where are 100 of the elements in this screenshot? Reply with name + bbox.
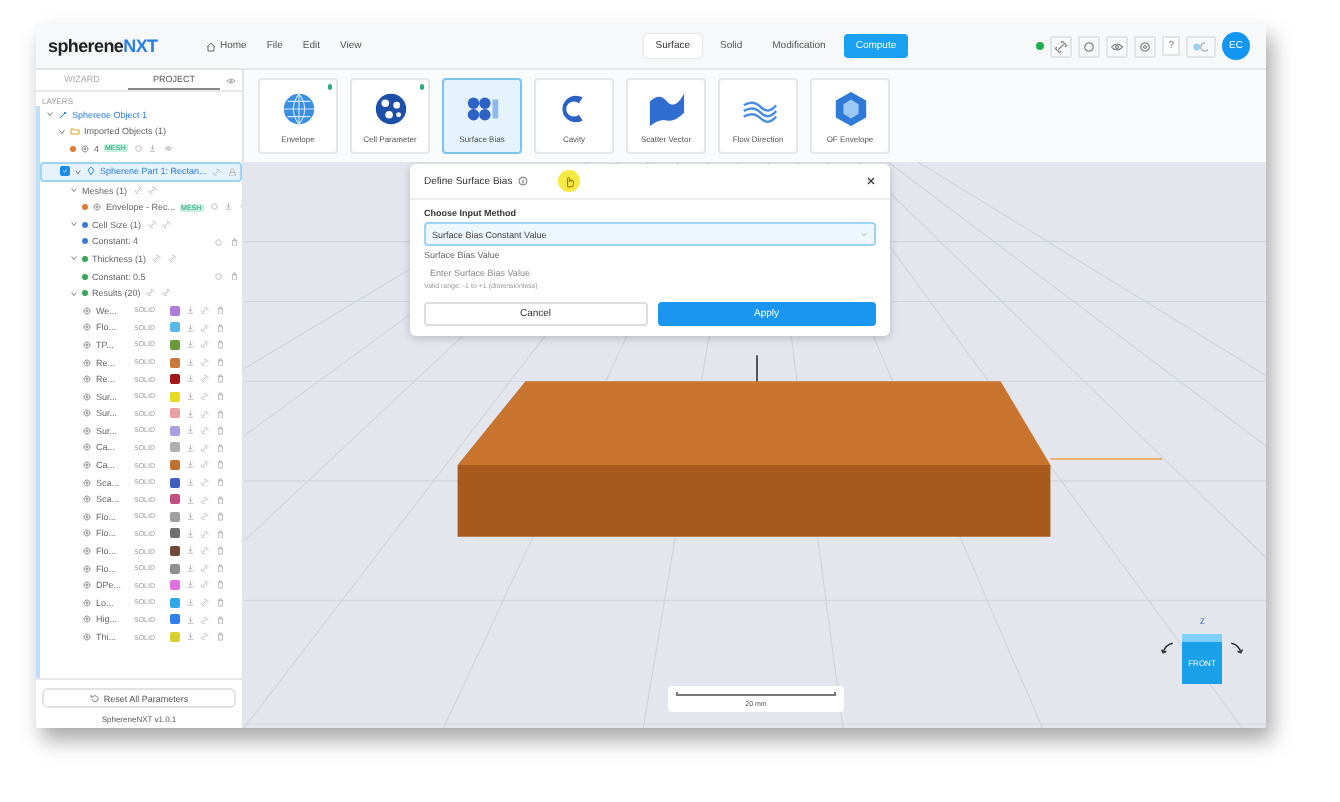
rotate-right-icon[interactable] [1228, 640, 1244, 656]
download-icon[interactable] [185, 529, 195, 539]
link-icon[interactable] [146, 288, 156, 298]
download-icon[interactable] [185, 546, 195, 556]
color-swatch[interactable] [169, 425, 180, 436]
download-icon[interactable] [185, 426, 195, 436]
color-swatch[interactable] [169, 580, 180, 591]
link-icon[interactable] [167, 254, 177, 264]
box-model[interactable] [457, 381, 1051, 537]
download-icon[interactable] [148, 144, 158, 154]
download-icon[interactable] [185, 443, 195, 453]
trash-icon[interactable] [229, 237, 238, 247]
trash-icon[interactable] [215, 632, 225, 642]
color-swatch[interactable] [169, 632, 180, 643]
link-icon[interactable] [200, 563, 210, 573]
trash-icon[interactable] [229, 271, 238, 281]
color-swatch[interactable] [169, 391, 180, 402]
download-icon[interactable] [224, 202, 234, 212]
gear-icon[interactable] [1134, 35, 1157, 57]
link-icon[interactable] [152, 254, 162, 264]
link-icon[interactable] [200, 426, 210, 436]
color-swatch[interactable] [169, 460, 180, 471]
link-icon[interactable] [148, 185, 158, 195]
link-icon[interactable] [200, 374, 210, 384]
link-icon[interactable] [200, 580, 210, 590]
color-swatch[interactable] [169, 494, 180, 505]
link-icon[interactable] [162, 220, 172, 230]
trash-icon[interactable] [215, 340, 225, 350]
link-icon[interactable] [200, 460, 210, 470]
trash-icon[interactable] [215, 546, 225, 556]
download-icon[interactable] [185, 374, 195, 384]
link-icon[interactable] [200, 512, 210, 522]
color-swatch[interactable] [169, 339, 180, 350]
trash-icon[interactable] [215, 460, 225, 470]
link-icon[interactable] [147, 220, 157, 230]
download-icon[interactable] [185, 580, 195, 590]
download-icon[interactable] [185, 632, 195, 642]
close-icon[interactable] [866, 176, 876, 186]
download-icon[interactable] [185, 409, 195, 419]
trash-icon[interactable] [215, 426, 225, 436]
download-icon[interactable] [185, 340, 195, 350]
color-swatch[interactable] [169, 442, 180, 453]
color-swatch[interactable] [169, 357, 180, 368]
trash-icon[interactable] [215, 512, 225, 522]
download-icon[interactable] [185, 391, 195, 401]
color-swatch[interactable] [169, 408, 180, 419]
download-icon[interactable] [185, 305, 195, 315]
rotate-left-icon[interactable] [1160, 640, 1176, 656]
link-icon[interactable] [200, 546, 210, 556]
color-swatch[interactable] [169, 563, 180, 574]
color-swatch[interactable] [169, 528, 180, 539]
trash-icon[interactable] [215, 477, 225, 487]
download-icon[interactable] [185, 598, 195, 608]
link-icon[interactable] [200, 443, 210, 453]
link-icon[interactable] [200, 391, 210, 401]
download-icon[interactable] [185, 512, 195, 522]
trash-icon[interactable] [215, 580, 225, 590]
download-icon[interactable] [185, 563, 195, 573]
link-icon[interactable] [161, 288, 171, 298]
color-swatch[interactable] [169, 511, 180, 522]
trash-icon[interactable] [215, 615, 225, 625]
info-icon[interactable] [518, 176, 529, 186]
download-icon[interactable] [185, 615, 195, 625]
link-icon[interactable] [200, 529, 210, 539]
download-icon[interactable] [185, 323, 195, 333]
theme-toggle-icon[interactable] [1186, 35, 1216, 57]
link-icon[interactable] [200, 357, 210, 367]
checkbox[interactable] [60, 166, 70, 177]
lock-icon[interactable] [227, 167, 237, 177]
color-swatch[interactable] [169, 614, 180, 625]
color-swatch[interactable] [169, 477, 180, 488]
link-icon[interactable] [200, 495, 210, 505]
link-icon[interactable] [200, 477, 210, 487]
link-icon[interactable] [200, 598, 210, 608]
trash-icon[interactable] [215, 529, 225, 539]
trash-icon[interactable] [215, 563, 225, 573]
download-icon[interactable] [185, 495, 195, 505]
color-swatch[interactable] [169, 322, 180, 333]
download-icon[interactable] [185, 477, 195, 487]
color-swatch[interactable] [169, 546, 180, 557]
link-icon[interactable] [212, 167, 222, 177]
link-icon[interactable] [200, 323, 210, 333]
color-swatch[interactable] [169, 597, 180, 608]
trash-icon[interactable] [215, 598, 225, 608]
color-swatch[interactable] [169, 374, 180, 385]
trash-icon[interactable] [215, 409, 225, 419]
trash-icon[interactable] [215, 443, 225, 453]
link-icon[interactable] [200, 409, 210, 419]
trash-icon[interactable] [215, 391, 225, 401]
trash-icon[interactable] [215, 374, 225, 384]
color-swatch[interactable] [169, 305, 180, 316]
download-icon[interactable] [185, 357, 195, 367]
link-icon[interactable] [200, 305, 210, 315]
trash-icon[interactable] [215, 323, 225, 333]
link-icon[interactable] [200, 615, 210, 625]
link-icon[interactable] [133, 185, 143, 195]
trash-icon[interactable] [215, 305, 225, 315]
download-icon[interactable] [185, 460, 195, 470]
trash-icon[interactable] [215, 357, 225, 367]
link-icon[interactable] [200, 340, 210, 350]
